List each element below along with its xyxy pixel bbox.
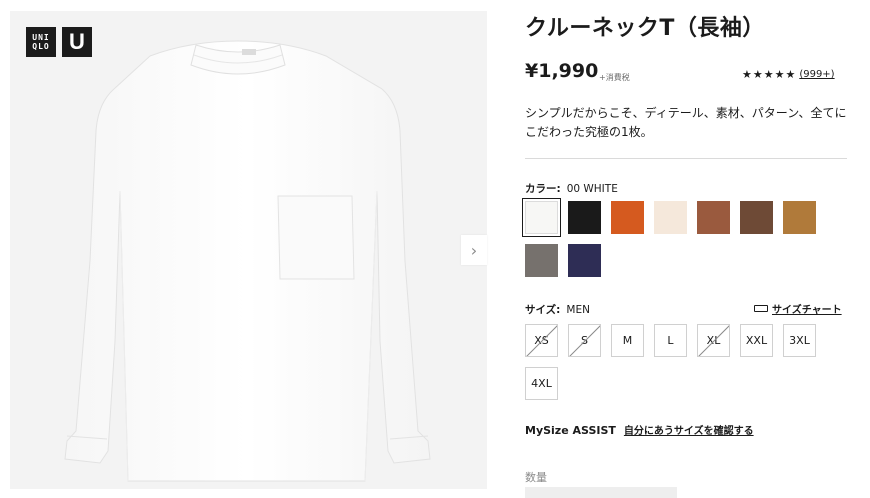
u-logo: U (62, 27, 92, 57)
mysize-brand: MySize ASSIST (525, 424, 616, 437)
uniqlo-logo: UNI QLO U (26, 27, 92, 57)
product-image[interactable]: UNI QLO U (10, 11, 487, 489)
color-label: カラー: (525, 183, 561, 195)
uniqlo-wordmark: UNI QLO (26, 27, 56, 57)
size-chart-link[interactable]: サイズチャート (754, 301, 842, 316)
color-swatch-dark-brown[interactable] (740, 201, 773, 234)
size-option-xs[interactable]: XS (525, 324, 558, 357)
review-count-link[interactable]: (999+) (799, 69, 834, 80)
divider (525, 158, 847, 159)
product-price: ¥1,990 (525, 60, 599, 82)
chevron-right-icon[interactable]: › (461, 235, 487, 265)
color-swatch-mustard[interactable] (783, 201, 816, 234)
size-selected-value: MEN (566, 304, 590, 316)
rating[interactable]: ★★★★★ (999+) (742, 68, 835, 81)
color-swatch-white[interactable] (522, 198, 561, 237)
product-title: クルーネックT（長袖） (525, 16, 765, 41)
color-swatch-gray[interactable] (525, 244, 558, 277)
color-swatch-black[interactable] (568, 201, 601, 234)
size-option-3xl[interactable]: 3XL (783, 324, 816, 357)
color-swatch-orange[interactable] (611, 201, 644, 234)
quantity-label: 数量 (525, 471, 547, 484)
color-swatch-natural[interactable] (654, 201, 687, 234)
tax-note: +消費税 (599, 73, 630, 82)
mysize-assist: MySize ASSIST 自分にあうサイズを確認する (525, 422, 754, 437)
size-label: サイズ: (525, 304, 561, 316)
size-label-row: サイズ: MEN (525, 302, 590, 317)
size-option-4xl[interactable]: 4XL (525, 367, 558, 400)
product-gallery: UNI QLO U › (0, 0, 487, 498)
long-sleeve-tshirt-image (64, 40, 431, 482)
quantity-select[interactable] (525, 487, 677, 498)
color-swatch-brown[interactable] (697, 201, 730, 234)
ruler-icon (754, 305, 768, 312)
mysize-link[interactable]: 自分にあうサイズを確認する (624, 426, 754, 437)
star-rating-icon: ★★★★★ (742, 68, 797, 81)
size-option-xl[interactable]: XL (697, 324, 730, 357)
size-option-l[interactable]: L (654, 324, 687, 357)
color-label-row: カラー: 00 WHITE (525, 181, 618, 196)
color-selected-value: 00 WHITE (566, 183, 618, 195)
size-option-s[interactable]: S (568, 324, 601, 357)
color-swatch-navy[interactable] (568, 244, 601, 277)
size-option-m[interactable]: M (611, 324, 644, 357)
size-option-xxl[interactable]: XXL (740, 324, 773, 357)
product-description: シンプルだからこそ、ディテール、素材、パターン、全てにこだわった究極の1枚。 (525, 106, 847, 139)
